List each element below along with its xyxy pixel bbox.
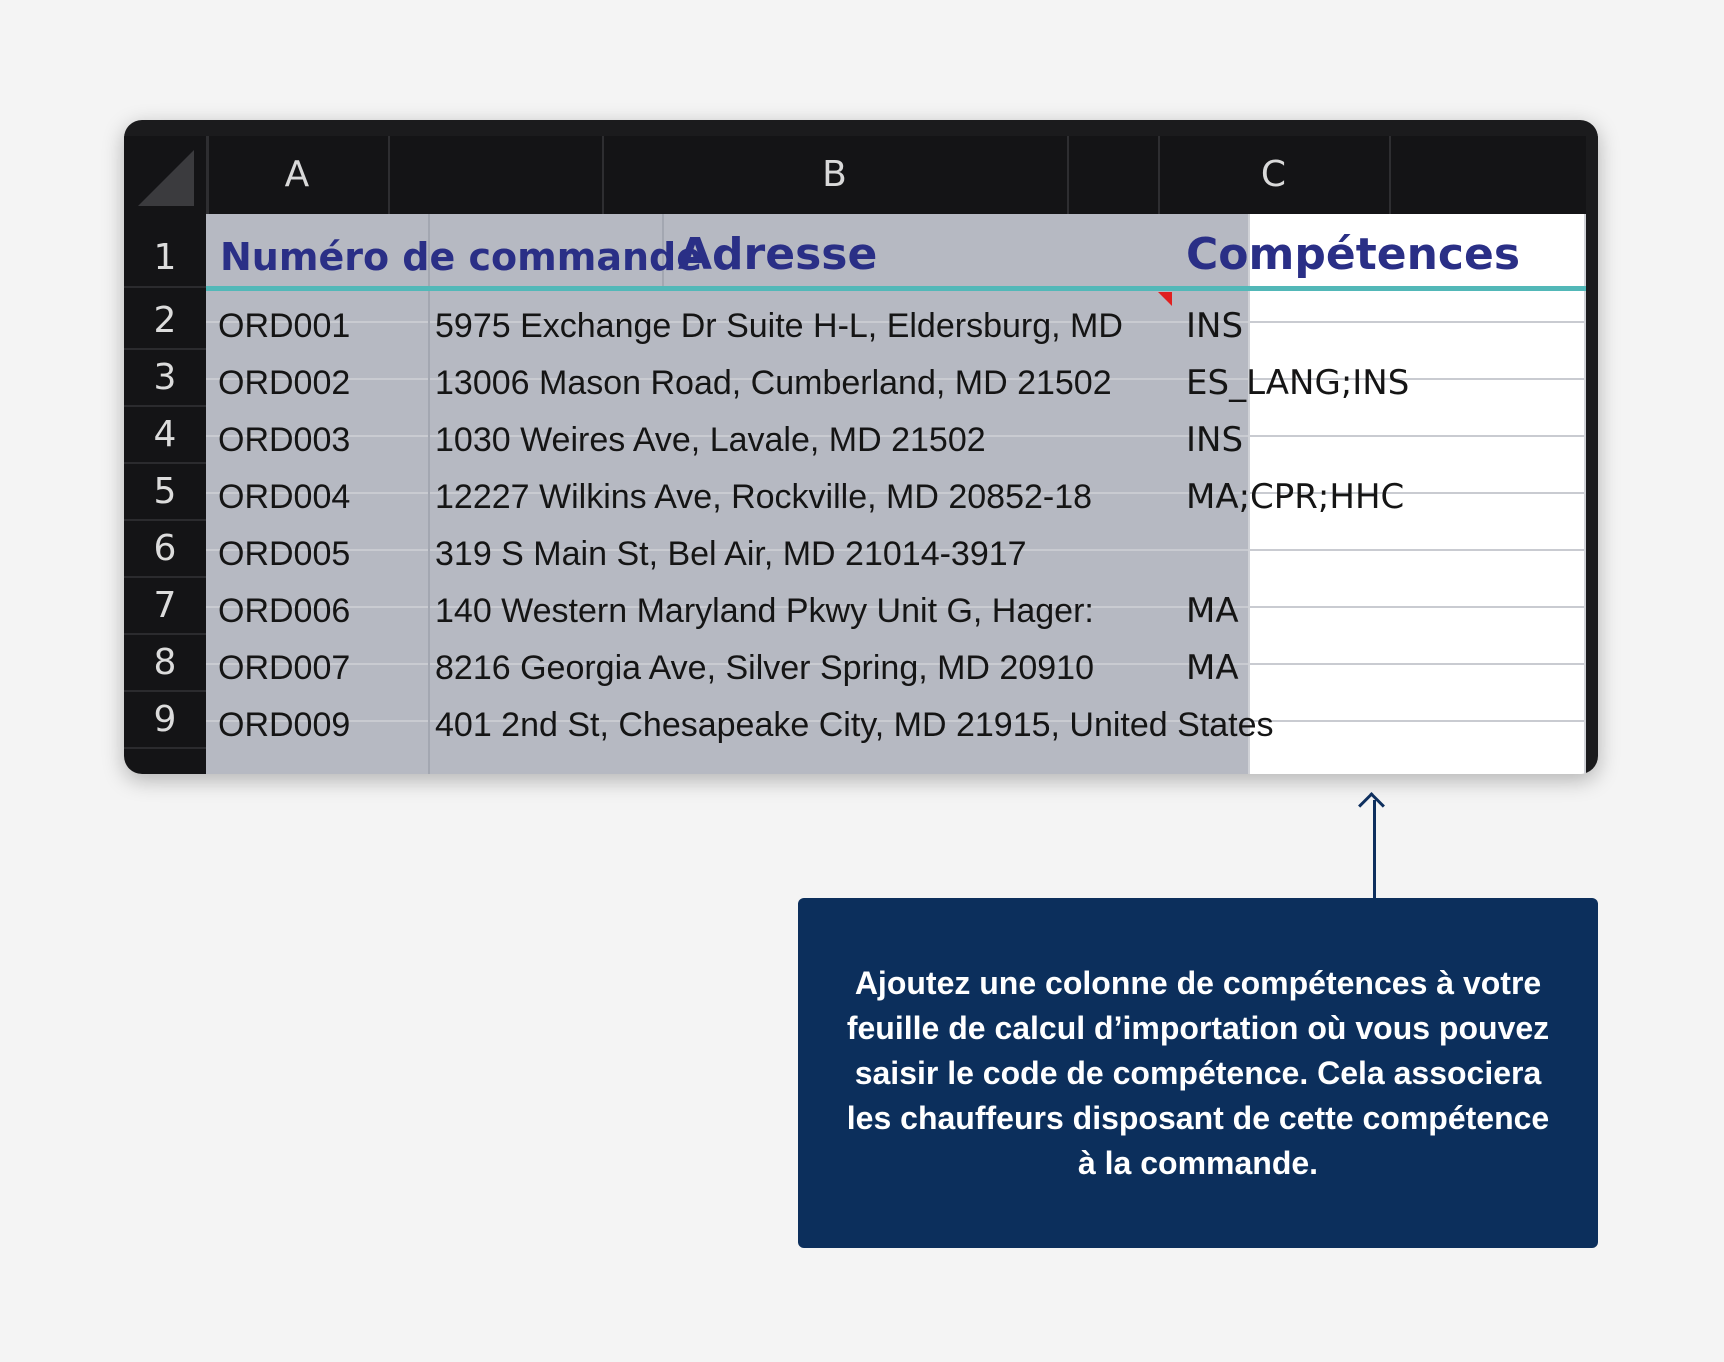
cell-skills[interactable] [1186, 526, 1578, 583]
row-header-separator [124, 286, 206, 288]
row-header-separator [124, 576, 206, 578]
cell-skills[interactable]: INS [1186, 298, 1578, 355]
cell-address[interactable]: 401 2nd St, Chesapeake City, MD 21915, U… [435, 697, 1575, 754]
callout-box: Ajoutez une colonne de compétences à vot… [798, 898, 1598, 1248]
cell-skills[interactable]: MA [1186, 640, 1578, 697]
row-header-8[interactable]: 8 [124, 634, 206, 691]
row-header-separator [124, 690, 206, 692]
row-header-4[interactable]: 4 [124, 406, 206, 463]
callout-text: Ajoutez une colonne de compétences à vot… [846, 964, 1550, 1181]
select-all-triangle-icon [138, 150, 194, 206]
column-header-c[interactable]: C [1158, 136, 1389, 214]
arrow-up-icon [1358, 792, 1385, 819]
cell-address[interactable]: 12227 Wilkins Ave, Rockville, MD 20852-1… [435, 469, 1248, 526]
spreadsheet: A B C 1 2 3 4 5 6 7 8 9 Numéro de comman… [124, 120, 1598, 774]
cell-address[interactable]: 13006 Mason Road, Cumberland, MD 21502 [435, 355, 1248, 412]
cell-address[interactable]: 319 S Main St, Bel Air, MD 21014-3917 [435, 526, 1248, 583]
cell-order[interactable]: ORD006 [218, 583, 424, 640]
row-header-separator [124, 405, 206, 407]
row-header-5[interactable]: 5 [124, 463, 206, 520]
column-separator [388, 136, 390, 214]
cell-order[interactable]: ORD009 [218, 697, 424, 754]
select-all-corner[interactable] [124, 136, 209, 214]
row-header-6[interactable]: 6 [124, 520, 206, 577]
row-header-separator [124, 519, 206, 521]
header-cell-order-number[interactable]: Numéro de commande [220, 232, 702, 282]
column-separator [1067, 136, 1069, 214]
row-header-separator [124, 462, 206, 464]
column-header-b[interactable]: B [602, 136, 1067, 214]
cell-order[interactable]: ORD001 [218, 298, 424, 355]
cell-order[interactable]: ORD005 [218, 526, 424, 583]
cell-skills[interactable]: INS [1186, 412, 1578, 469]
row-header-2[interactable]: 2 [124, 292, 206, 349]
row-header-7[interactable]: 7 [124, 577, 206, 634]
cell-address[interactable]: 8216 Georgia Ave, Silver Spring, MD 2091… [435, 640, 1248, 697]
header-underline [206, 286, 1586, 291]
row-header-separator [124, 348, 206, 350]
window-top-strip [124, 120, 1598, 136]
header-cell-address[interactable]: Adresse [678, 228, 877, 282]
column-separator [1389, 136, 1391, 214]
column-header-a[interactable]: A [206, 136, 388, 214]
row-header-separator [124, 633, 206, 635]
cell-address[interactable]: 5975 Exchange Dr Suite H-L, Eldersburg, … [435, 298, 1248, 355]
cell-order[interactable]: ORD007 [218, 640, 424, 697]
cell-skills[interactable]: ES_LANG;INS [1186, 355, 1578, 412]
window-right-edge [1586, 136, 1598, 774]
gridline [428, 214, 430, 774]
header-cell-skills[interactable]: Compétences [1186, 228, 1520, 282]
cell-skills[interactable]: MA [1186, 583, 1578, 640]
cell-address[interactable]: 1030 Weires Ave, Lavale, MD 21502 [435, 412, 1248, 469]
cell-order[interactable]: ORD002 [218, 355, 424, 412]
row-header-separator [124, 747, 206, 749]
cell-order[interactable]: ORD003 [218, 412, 424, 469]
cell-address[interactable]: 140 Western Maryland Pkwy Unit G, Hager: [435, 583, 1248, 640]
cell-order[interactable]: ORD004 [218, 469, 424, 526]
row-header-9[interactable]: 9 [124, 691, 206, 748]
row-header-3[interactable]: 3 [124, 349, 206, 406]
cell-skills[interactable]: MA;CPR;HHC [1186, 469, 1578, 526]
row-header-1[interactable]: 1 [124, 229, 206, 286]
gridline [1584, 214, 1586, 774]
